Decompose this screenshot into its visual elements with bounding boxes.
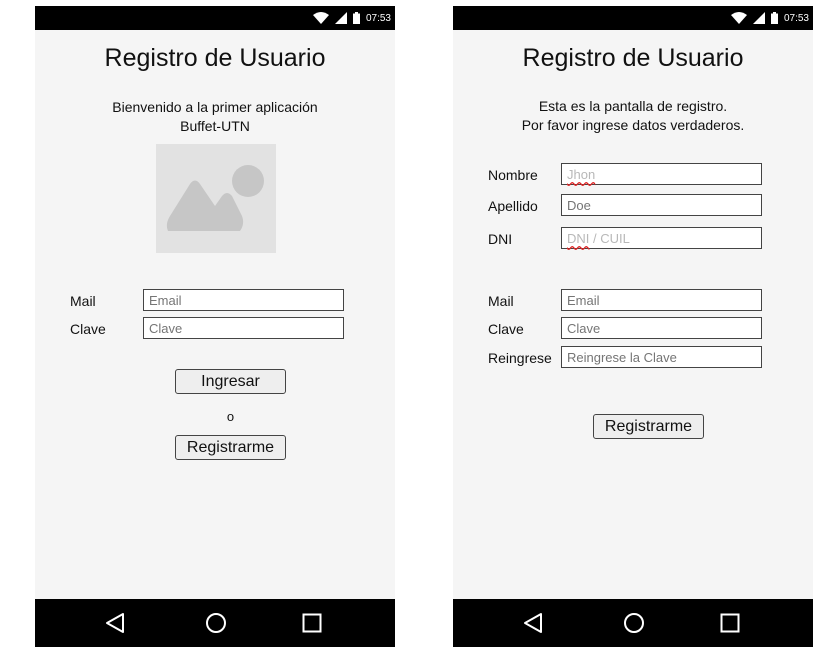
confirm-password-field[interactable] — [561, 346, 762, 368]
image-placeholder-icon — [166, 165, 264, 231]
recents-button[interactable] — [718, 611, 742, 635]
image-placeholder — [156, 144, 276, 253]
mail-label: Mail — [488, 293, 514, 309]
wifi-icon — [312, 12, 329, 24]
page-title: Registro de Usuario — [104, 44, 326, 72]
dni-field[interactable]: DNI / CUIL — [561, 227, 762, 249]
status-time: 07:53 — [365, 12, 391, 24]
wifi-icon — [730, 12, 747, 24]
registrarme-button[interactable]: Registrarme — [175, 435, 286, 460]
back-icon — [524, 613, 542, 633]
email-field[interactable] — [143, 289, 344, 311]
or-text: o — [226, 409, 235, 424]
status-bar: 07:53 — [35, 6, 395, 30]
apellido-label: Apellido — [488, 198, 538, 214]
signal-icon — [334, 12, 347, 24]
dni-placeholder-a: DNI — [567, 231, 590, 246]
battery-icon — [770, 12, 778, 24]
apellido-field[interactable] — [561, 194, 762, 216]
back-button[interactable] — [521, 611, 545, 635]
signal-icon — [752, 12, 765, 24]
intro-line-2: Por favor ingrese datos verdaderos. — [521, 117, 745, 133]
home-icon — [206, 613, 226, 633]
welcome-line-1: Bienvenido a la primer aplicación — [112, 99, 318, 115]
recents-icon — [302, 613, 322, 633]
home-button[interactable] — [204, 611, 228, 635]
recents-icon — [720, 613, 740, 633]
login-screen: 07:53 Registro de Usuario Bienvenido a l… — [35, 6, 395, 647]
page-title: Registro de Usuario — [522, 44, 744, 72]
email-field[interactable] — [561, 289, 762, 311]
navigation-bar — [453, 599, 813, 647]
reingrese-label: Reingrese — [488, 350, 552, 366]
dni-label: DNI — [488, 231, 513, 247]
registrarme-button[interactable]: Registrarme — [593, 414, 704, 439]
back-icon — [106, 613, 124, 633]
nombre-label: Nombre — [488, 167, 538, 183]
nombre-field[interactable]: Jhon — [561, 163, 762, 185]
mail-label: Mail — [70, 293, 96, 309]
home-button[interactable] — [622, 611, 646, 635]
clave-label: Clave — [70, 321, 106, 337]
password-field[interactable] — [143, 317, 344, 339]
intro-line-1: Esta es la pantalla de registro. — [538, 98, 728, 114]
register-screen: 07:53 Registro de Usuario Esta es la pan… — [453, 6, 813, 647]
status-time: 07:53 — [783, 12, 809, 24]
dni-placeholder-b: / CUIL — [589, 231, 630, 246]
home-icon — [624, 613, 644, 633]
nombre-placeholder: Jhon — [567, 167, 596, 182]
clave-label: Clave — [488, 321, 524, 337]
welcome-line-2: Buffet-UTN — [180, 118, 250, 134]
status-bar: 07:53 — [453, 6, 813, 30]
battery-icon — [352, 12, 360, 24]
navigation-bar — [35, 599, 395, 647]
ingresar-button[interactable]: Ingresar — [175, 369, 286, 394]
password-field[interactable] — [561, 317, 762, 339]
back-button[interactable] — [103, 611, 127, 635]
recents-button[interactable] — [300, 611, 324, 635]
